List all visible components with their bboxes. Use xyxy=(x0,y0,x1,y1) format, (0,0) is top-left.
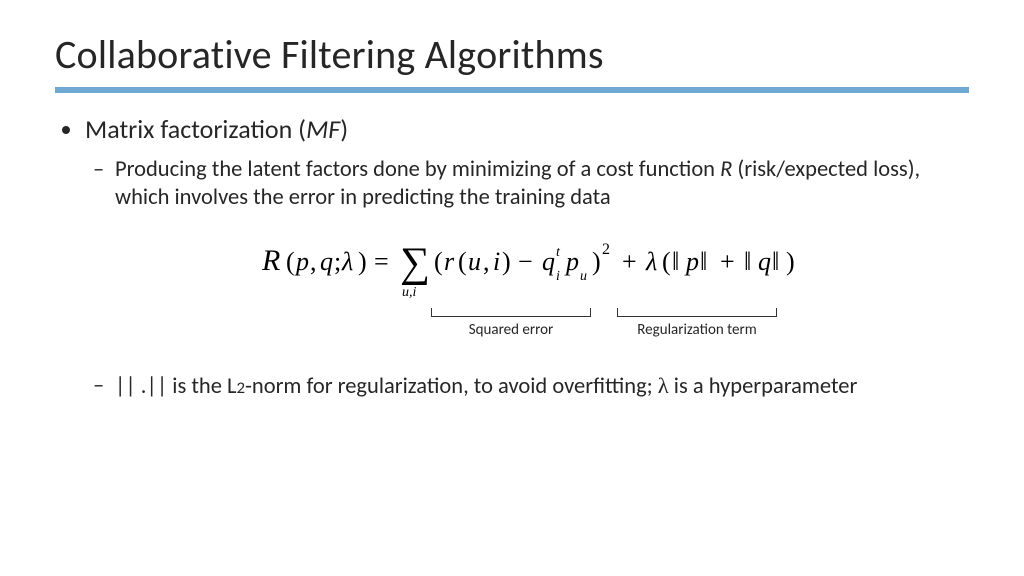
svg-text:λ: λ xyxy=(341,247,353,276)
title-rule xyxy=(55,87,969,93)
svg-text:,: , xyxy=(310,247,317,276)
svg-text:R: R xyxy=(262,244,280,277)
svg-text:(: ( xyxy=(434,247,443,276)
svg-text:;: ; xyxy=(334,247,341,276)
svg-text:‖: ‖ xyxy=(744,247,751,276)
svg-text:∑: ∑ xyxy=(400,240,430,286)
svg-text:+: + xyxy=(622,247,637,276)
svg-text:+: + xyxy=(720,247,735,276)
svg-text:λ: λ xyxy=(645,247,657,276)
sub2-mid: -norm for regularization, to avoid overf… xyxy=(245,373,658,400)
mf-text-pre: Matrix factorization ( xyxy=(85,113,306,145)
sub2-pre: || .|| is the L xyxy=(115,373,236,400)
svg-text:‖: ‖ xyxy=(672,247,679,276)
bullet-list: Matrix factorization (MF) Producing the … xyxy=(55,113,969,401)
equation-block: R ( p , q ; λ ) = ∑ xyxy=(115,230,969,358)
svg-text:q: q xyxy=(320,247,333,276)
svg-text:‖: ‖ xyxy=(700,247,707,276)
mf-text-ital: MF xyxy=(306,113,340,145)
bracket-reg-term: Regularization term xyxy=(617,308,777,340)
svg-text:p: p xyxy=(564,247,579,276)
annotation-row: Squared error Regularization term xyxy=(115,308,969,358)
svg-text:r: r xyxy=(444,247,455,276)
sub1-pre: Producing the latent factors done by min… xyxy=(115,156,720,183)
svg-text:t: t xyxy=(556,245,561,260)
bracket-line-1 xyxy=(431,308,591,317)
svg-text:): ) xyxy=(358,247,367,276)
svg-text:q: q xyxy=(758,247,771,276)
sub2-two: 2 xyxy=(236,377,245,398)
svg-text:i: i xyxy=(556,269,560,284)
svg-text:p: p xyxy=(294,247,309,276)
svg-text:u: u xyxy=(580,269,587,284)
bracket-line-2 xyxy=(617,308,777,317)
svg-text:=: = xyxy=(374,247,389,276)
svg-text:u: u xyxy=(468,247,481,276)
slide-title: Collaborative Filtering Algorithms xyxy=(55,30,969,79)
sub-bullet-2: || .|| is the L2-norm for regularization… xyxy=(115,372,969,401)
svg-text:q: q xyxy=(542,247,555,276)
svg-text:(: ( xyxy=(662,247,671,276)
svg-text:): ) xyxy=(592,247,601,276)
svg-text:(: ( xyxy=(286,247,295,276)
label-squared-error: Squared error xyxy=(431,321,591,340)
sub2-lambda: λ xyxy=(658,373,669,398)
svg-text:,: , xyxy=(483,247,490,276)
svg-text:−: − xyxy=(518,247,533,276)
label-reg-term: Regularization term xyxy=(617,321,777,340)
sub-bullet-1: Producing the latent factors done by min… xyxy=(115,156,969,358)
svg-text:u,i: u,i xyxy=(402,285,417,300)
sub2-post: is a hyperparameter xyxy=(669,373,858,400)
equation-svg: R ( p , q ; λ ) = ∑ xyxy=(262,230,822,310)
bracket-squared-error: Squared error xyxy=(431,308,591,340)
bullet-mf: Matrix factorization (MF) Producing the … xyxy=(85,113,969,401)
svg-text:): ) xyxy=(502,247,511,276)
svg-text:): ) xyxy=(786,247,795,276)
svg-text:(: ( xyxy=(458,247,467,276)
slide: Collaborative Filtering Algorithms Matri… xyxy=(0,0,1024,576)
svg-text:p: p xyxy=(684,247,699,276)
sub1-ital: R xyxy=(720,156,732,183)
sub-list: Producing the latent factors done by min… xyxy=(85,156,969,402)
mf-text-post: ) xyxy=(340,113,348,145)
svg-text:‖: ‖ xyxy=(772,247,779,276)
svg-text:i: i xyxy=(493,247,500,276)
svg-text:2: 2 xyxy=(602,241,610,258)
